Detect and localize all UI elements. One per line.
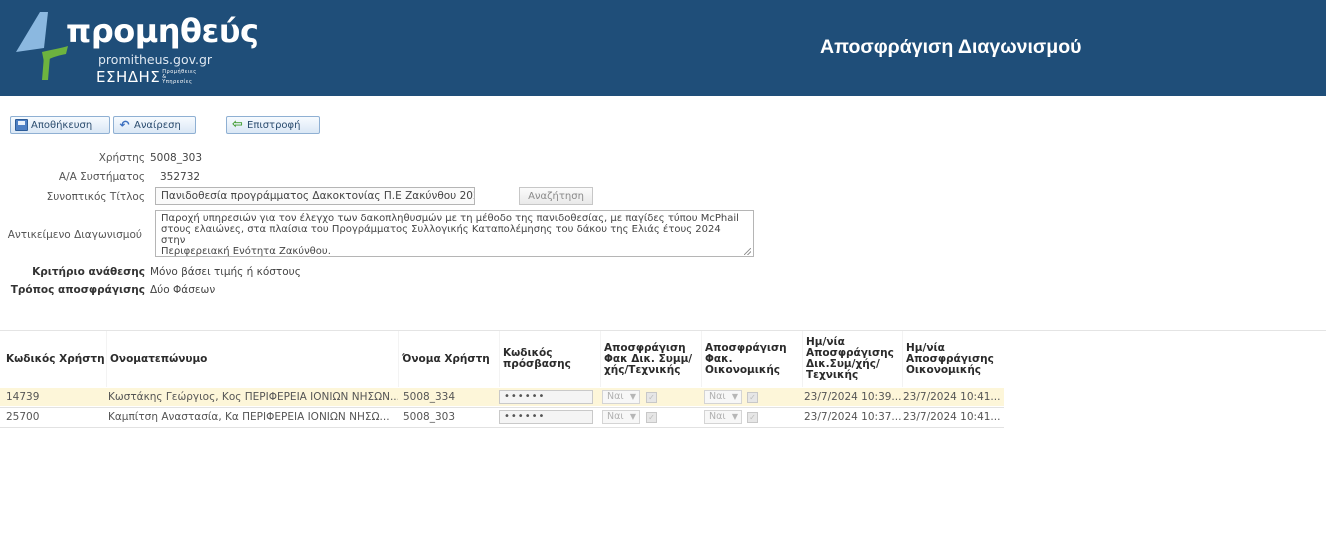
col-header-username[interactable]: Όνομα Χρήστη <box>398 331 496 387</box>
promitheus-logo: προμηθεύς promitheus.gov.gr ΕΣΗΔΗΣ Προμήθ… <box>10 6 260 94</box>
back-arrow-icon: ⇦ <box>232 117 243 132</box>
tech-unseal-select-value: Ναι <box>607 411 624 422</box>
tech-unseal-select[interactable]: Ναι ▼ <box>602 410 640 424</box>
chevron-down-icon: ▼ <box>731 412 738 421</box>
col-header-tech-unseal[interactable]: Αποσφράγιση Φακ Δικ. Συμμ/χής/Τεχνικής <box>600 331 700 387</box>
col-header-tech-date[interactable]: Ημ/νία Αποσφράγισης Δικ.Συμ/χής/Τεχνικής <box>802 331 901 387</box>
cell-tech-date: 23/7/2024 10:37... <box>804 411 902 423</box>
cell-econ-date: 23/7/2024 10:41... <box>903 411 1001 423</box>
user-value: 5008_303 <box>150 152 203 164</box>
save-button[interactable]: Αποθήκευση <box>10 116 110 134</box>
tech-unseal-checkbox[interactable]: ✓ <box>646 412 657 423</box>
subject-line-2: στους ελαιώνες, στα πλαίσια του Προγράμμ… <box>161 224 721 246</box>
undo-button[interactable]: ↶ Αναίρεση <box>113 116 196 134</box>
criterion-label: Κριτήριο ανάθεσης <box>32 266 145 278</box>
cell-fullname: Καμπίτση Αναστασία, Κα ΠΕΡΙΦΕΡΕΙΑ ΙΟΝΙΩΝ… <box>108 411 390 423</box>
short-title-label: Συνοπτικός Τίτλος <box>46 191 145 203</box>
econ-unseal-select-value: Ναι <box>709 391 726 402</box>
logo-sub-brand-small: Προμήθειες & Υπηρεσίες <box>162 69 197 85</box>
cell-username: 5008_303 <box>403 411 456 423</box>
logo-swoosh-icon <box>16 12 68 80</box>
short-title-field[interactable]: Πανιδοθεσία προγράμματος Δακοκτονίας Π.Ε… <box>155 187 475 205</box>
password-field[interactable]: •••••• <box>499 390 593 404</box>
cell-user-code: 14739 <box>6 391 40 403</box>
col-header-user-code[interactable]: Κωδικός Χρήστη <box>6 331 105 387</box>
cell-econ-date: 23/7/2024 10:41... <box>903 391 1001 403</box>
back-button[interactable]: ⇦ Επιστροφή <box>226 116 320 134</box>
cell-username: 5008_334 <box>403 391 456 403</box>
subject-line-1: Παροχή υπηρεσιών για τον έλεγχο των δακο… <box>161 213 739 224</box>
col-header-econ-date[interactable]: Ημ/νία Αποσφράγισης Οικονομικής <box>902 331 1004 387</box>
econ-unseal-select[interactable]: Ναι ▼ <box>704 390 742 404</box>
tech-unseal-select[interactable]: Ναι ▼ <box>602 390 640 404</box>
search-button[interactable]: Αναζήτηση <box>519 187 593 205</box>
user-label: Χρήστης <box>98 152 145 164</box>
password-field[interactable]: •••••• <box>499 410 593 424</box>
cell-fullname: Κωστάκης Γεώργιος, Κος ΠΕΡΙΦΕΡΕΙΑ ΙΟΝΙΩΝ… <box>108 391 398 403</box>
row-divider <box>0 427 1004 428</box>
undo-button-label: Αναίρεση <box>134 119 181 131</box>
tech-unseal-checkbox[interactable]: ✓ <box>646 392 657 403</box>
col-header-password[interactable]: Κωδικός πρόσβασης <box>499 331 599 387</box>
logo-brand: προμηθεύς <box>66 12 259 50</box>
app-header: προμηθεύς promitheus.gov.gr ΕΣΗΔΗΣ Προμήθ… <box>0 0 1326 96</box>
table-header: Κωδικός Χρήστη Ονοματεπώνυμο Όνομα Χρήστ… <box>0 330 1326 387</box>
logo-url: promitheus.gov.gr <box>98 52 213 67</box>
subject-line-3: Περιφερειακή Ενότητα Ζακύνθου. <box>161 246 331 257</box>
tech-unseal-select-value: Ναι <box>607 391 624 402</box>
subject-textarea[interactable]: Παροχή υπηρεσιών για τον έλεγχο των δακο… <box>155 210 754 257</box>
subject-label: Αντικείμενο Διαγωνισμού <box>7 229 142 241</box>
system-id-label: Α/Α Συστήματος <box>58 171 145 183</box>
page-title: Αποσφράγιση Διαγωνισμού <box>820 36 1082 58</box>
logo-sub-brand-text: ΕΣΗΔΗΣ <box>96 68 161 86</box>
econ-unseal-checkbox[interactable]: ✓ <box>747 392 758 403</box>
unsealing-mode-label: Τρόπος αποσφράγισης <box>10 284 145 296</box>
chevron-down-icon: ▼ <box>629 412 636 421</box>
undo-icon: ↶ <box>119 118 130 132</box>
col-header-econ-unseal[interactable]: Αποσφράγιση Φακ. Οικονομικής <box>701 331 801 387</box>
cell-tech-date: 23/7/2024 10:39... <box>804 391 902 403</box>
back-button-label: Επιστροφή <box>247 119 301 131</box>
econ-unseal-checkbox[interactable]: ✓ <box>747 412 758 423</box>
econ-unseal-select-value: Ναι <box>709 411 726 422</box>
save-button-label: Αποθήκευση <box>31 119 93 131</box>
table-row[interactable]: 14739 Κωστάκης Γεώργιος, Κος ΠΕΡΙΦΕΡΕΙΑ … <box>0 388 1004 406</box>
save-icon <box>15 119 28 131</box>
cell-user-code: 25700 <box>6 411 40 423</box>
econ-unseal-select[interactable]: Ναι ▼ <box>704 410 742 424</box>
system-id-value: 352732 <box>160 171 201 183</box>
chevron-down-icon: ▼ <box>629 392 636 401</box>
chevron-down-icon: ▼ <box>731 392 738 401</box>
unsealing-mode-value: Δύο Φάσεων <box>150 284 216 296</box>
resize-handle-icon[interactable] <box>744 248 751 255</box>
toolbar: Αποθήκευση ↶ Αναίρεση ⇦ Επιστροφή <box>0 110 1326 134</box>
logo-sub-brand: ΕΣΗΔΗΣ Προμήθειες & Υπηρεσίες <box>96 68 197 86</box>
col-header-fullname[interactable]: Ονοματεπώνυμο <box>106 331 396 387</box>
criterion-value: Μόνο βάσει τιμής ή κόστους <box>150 266 301 278</box>
table-row[interactable]: 25700 Καμπίτση Αναστασία, Κα ΠΕΡΙΦΕΡΕΙΑ … <box>0 408 1004 426</box>
